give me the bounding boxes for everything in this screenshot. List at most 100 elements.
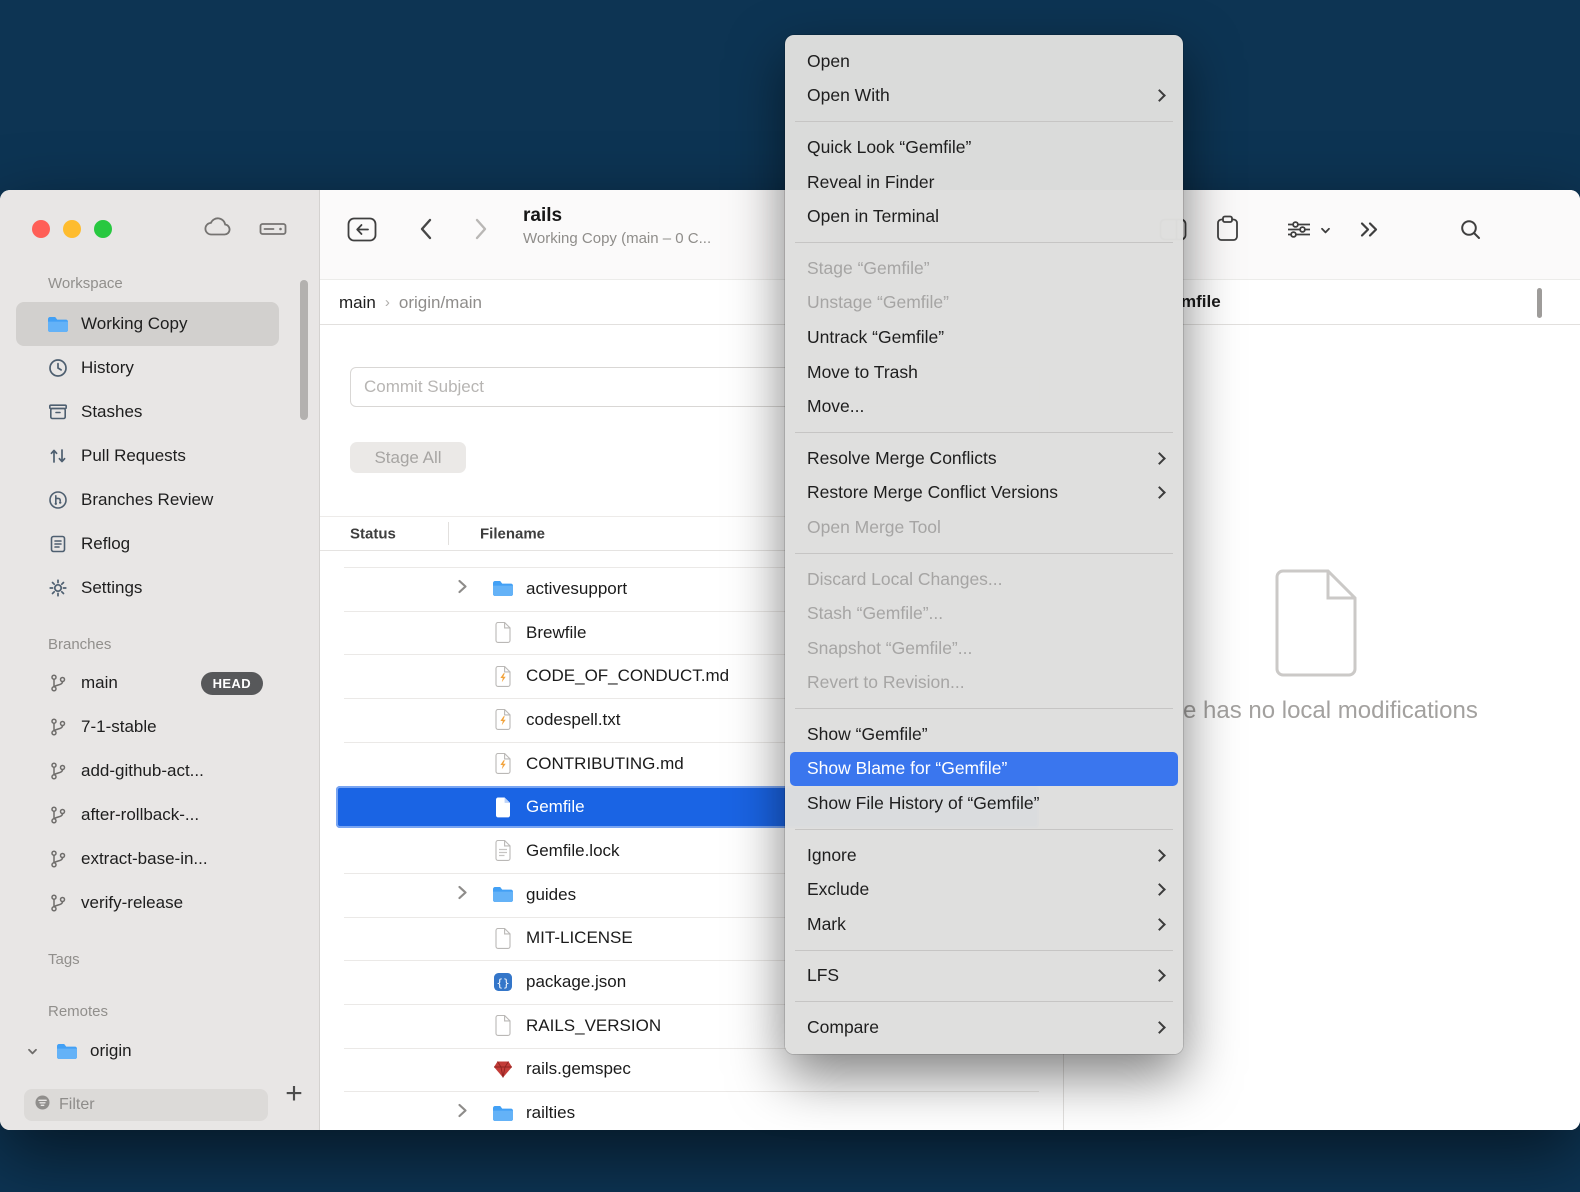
disclosure-triangle-icon[interactable] xyxy=(457,1103,468,1124)
doc-icon xyxy=(492,927,514,949)
drive-icon[interactable] xyxy=(259,219,287,244)
empty-state-message: e has no local modifications xyxy=(1183,697,1478,725)
menu-item-lfs[interactable]: LFS xyxy=(785,959,1183,994)
menu-item-label: Mark xyxy=(807,914,1155,935)
submenu-chevron-icon xyxy=(1153,849,1166,862)
menu-item-quick-look-gemfile[interactable]: Quick Look “Gemfile” xyxy=(785,130,1183,165)
branches-list: mainHEAD7-1-stableadd-github-act... after… xyxy=(0,661,319,925)
sidebar-item-label: Settings xyxy=(81,578,142,598)
sidebar-item-branches-review[interactable]: Branches Review xyxy=(16,478,279,522)
head-badge: HEAD xyxy=(201,672,263,695)
desktop: { "colors": { "desktop_bg": "#0d3453", "… xyxy=(0,0,1580,1192)
menu-item-label: Compare xyxy=(807,1017,1155,1038)
menu-item-reveal-in-finder[interactable]: Reveal in Finder xyxy=(785,165,1183,200)
menu-item-move[interactable]: Move... xyxy=(785,389,1183,424)
menu-item-open[interactable]: Open xyxy=(785,44,1183,79)
menu-item-label: Stage “Gemfile” xyxy=(807,258,1169,279)
file-row-railties[interactable]: railties xyxy=(320,1091,1063,1130)
filename: package.json xyxy=(526,972,626,992)
sidebar-item-stashes[interactable]: Stashes xyxy=(16,390,279,434)
repo-switcher-icon[interactable] xyxy=(347,217,377,247)
menu-item-label: Revert to Revision... xyxy=(807,672,1169,693)
menu-item-label: Show “Gemfile” xyxy=(807,724,1169,745)
minimize-button[interactable] xyxy=(63,220,81,238)
disclosure-triangle-icon[interactable] xyxy=(457,578,468,599)
cloud-icon[interactable] xyxy=(203,217,233,243)
branch-item-extract-base-in[interactable]: extract-base-in... xyxy=(16,837,279,881)
menu-item-open-in-terminal[interactable]: Open in Terminal xyxy=(785,199,1183,234)
branch-item-main[interactable]: mainHEAD xyxy=(16,661,279,705)
menu-item-show-blame-for-gemfile[interactable]: Show Blame for “Gemfile” xyxy=(790,752,1178,787)
menu-item-open-with[interactable]: Open With xyxy=(785,79,1183,114)
search-icon[interactable] xyxy=(1459,218,1482,246)
chevron-down-icon[interactable] xyxy=(1319,224,1332,242)
menu-item-move-to-trash[interactable]: Move to Trash xyxy=(785,355,1183,390)
menu-item-ignore[interactable]: Ignore xyxy=(785,838,1183,873)
menu-item-show-gemfile[interactable]: Show “Gemfile” xyxy=(785,717,1183,752)
branch-item-7-1-stable[interactable]: 7-1-stable xyxy=(16,705,279,749)
menu-item-mark[interactable]: Mark xyxy=(785,907,1183,942)
disclosure-triangle-icon[interactable] xyxy=(457,884,468,905)
sidebar-item-history[interactable]: History xyxy=(16,346,279,390)
branch-item-add-github-act[interactable]: add-github-act... xyxy=(16,749,279,793)
menu-item-label: Move... xyxy=(807,396,1169,417)
menu-separator xyxy=(795,121,1173,122)
menu-item-untrack-gemfile[interactable]: Untrack “Gemfile” xyxy=(785,320,1183,355)
column-header-status: Status xyxy=(350,525,396,542)
menu-item-label: Show File History of “Gemfile” xyxy=(807,793,1169,814)
sidebar-item-settings[interactable]: Settings xyxy=(16,566,279,610)
branch-item-after-rollback[interactable]: after-rollback-... xyxy=(16,793,279,837)
menu-item-label: Ignore xyxy=(807,845,1155,866)
context-menu: Open Open With Quick Look “Gemfile”Reveal … xyxy=(785,35,1183,1054)
menu-item-resolve-merge-conflicts[interactable]: Resolve Merge Conflicts xyxy=(785,441,1183,476)
remote-item-origin[interactable]: origin xyxy=(16,1029,279,1073)
submenu-chevron-icon xyxy=(1153,1021,1166,1034)
forward-icon[interactable] xyxy=(475,218,488,245)
branches-review-icon xyxy=(46,490,70,510)
menu-item-label: Stash “Gemfile”... xyxy=(807,603,1169,624)
menu-item-label: Exclude xyxy=(807,879,1155,900)
branch-label: after-rollback-... xyxy=(81,805,199,825)
menu-item-label: Snapshot “Gemfile”... xyxy=(807,638,1169,659)
submenu-chevron-icon xyxy=(1153,970,1166,983)
filter-icon xyxy=(34,1094,51,1116)
close-button[interactable] xyxy=(32,220,50,238)
menu-item-show-file-history-of-gemfile[interactable]: Show File History of “Gemfile” xyxy=(785,786,1183,821)
sidebar-item-reflog[interactable]: Reflog xyxy=(16,522,279,566)
preview-scrollbar[interactable] xyxy=(1537,288,1542,318)
stage-all-button[interactable]: Stage All xyxy=(350,442,466,473)
clipboard-icon[interactable] xyxy=(1216,215,1239,247)
repo-title-box: rails Working Copy (main – 0 C... xyxy=(523,205,711,247)
md-icon xyxy=(492,753,514,775)
filename: CODE_OF_CONDUCT.md xyxy=(526,666,729,686)
menu-separator xyxy=(795,1001,1173,1002)
sidebar-item-label: Reflog xyxy=(81,534,130,554)
doc-white-icon xyxy=(492,796,514,818)
sliders-icon[interactable] xyxy=(1286,219,1312,245)
filename: codespell.txt xyxy=(526,710,621,730)
sidebar-item-pull-requests[interactable]: Pull Requests xyxy=(16,434,279,478)
add-button[interactable]: + xyxy=(278,1076,310,1112)
zoom-button[interactable] xyxy=(94,220,112,238)
toolbar-overflow-icon[interactable] xyxy=(1358,221,1380,243)
menu-item-label: Open Merge Tool xyxy=(807,517,1169,538)
window-controls xyxy=(32,220,112,238)
menu-item-label: Open xyxy=(807,51,1169,72)
repo-title: rails xyxy=(523,205,711,227)
submenu-chevron-icon xyxy=(1153,883,1166,896)
menu-item-compare[interactable]: Compare xyxy=(785,1010,1183,1045)
menu-item-restore-merge-conflict-versions[interactable]: Restore Merge Conflict Versions xyxy=(785,476,1183,511)
filter-input[interactable]: Filter xyxy=(24,1089,268,1121)
breadcrumb-branch[interactable]: main xyxy=(339,293,376,313)
file-row-rails-gemspec[interactable]: rails.gemspec xyxy=(320,1048,1063,1092)
menu-item-snapshot-gemfile: Snapshot “Gemfile”... xyxy=(785,631,1183,666)
menu-item-label: Move to Trash xyxy=(807,362,1169,383)
branch-item-verify-release[interactable]: verify-release xyxy=(16,881,279,925)
sidebar-item-working-copy[interactable]: Working Copy xyxy=(16,302,279,346)
menu-item-exclude[interactable]: Exclude xyxy=(785,872,1183,907)
menu-item-label: Resolve Merge Conflicts xyxy=(807,448,1155,469)
back-icon[interactable] xyxy=(419,218,432,245)
breadcrumb-remote-ref[interactable]: origin/main xyxy=(399,293,482,313)
filter-placeholder: Filter xyxy=(59,1096,95,1114)
folder-icon xyxy=(492,884,514,906)
